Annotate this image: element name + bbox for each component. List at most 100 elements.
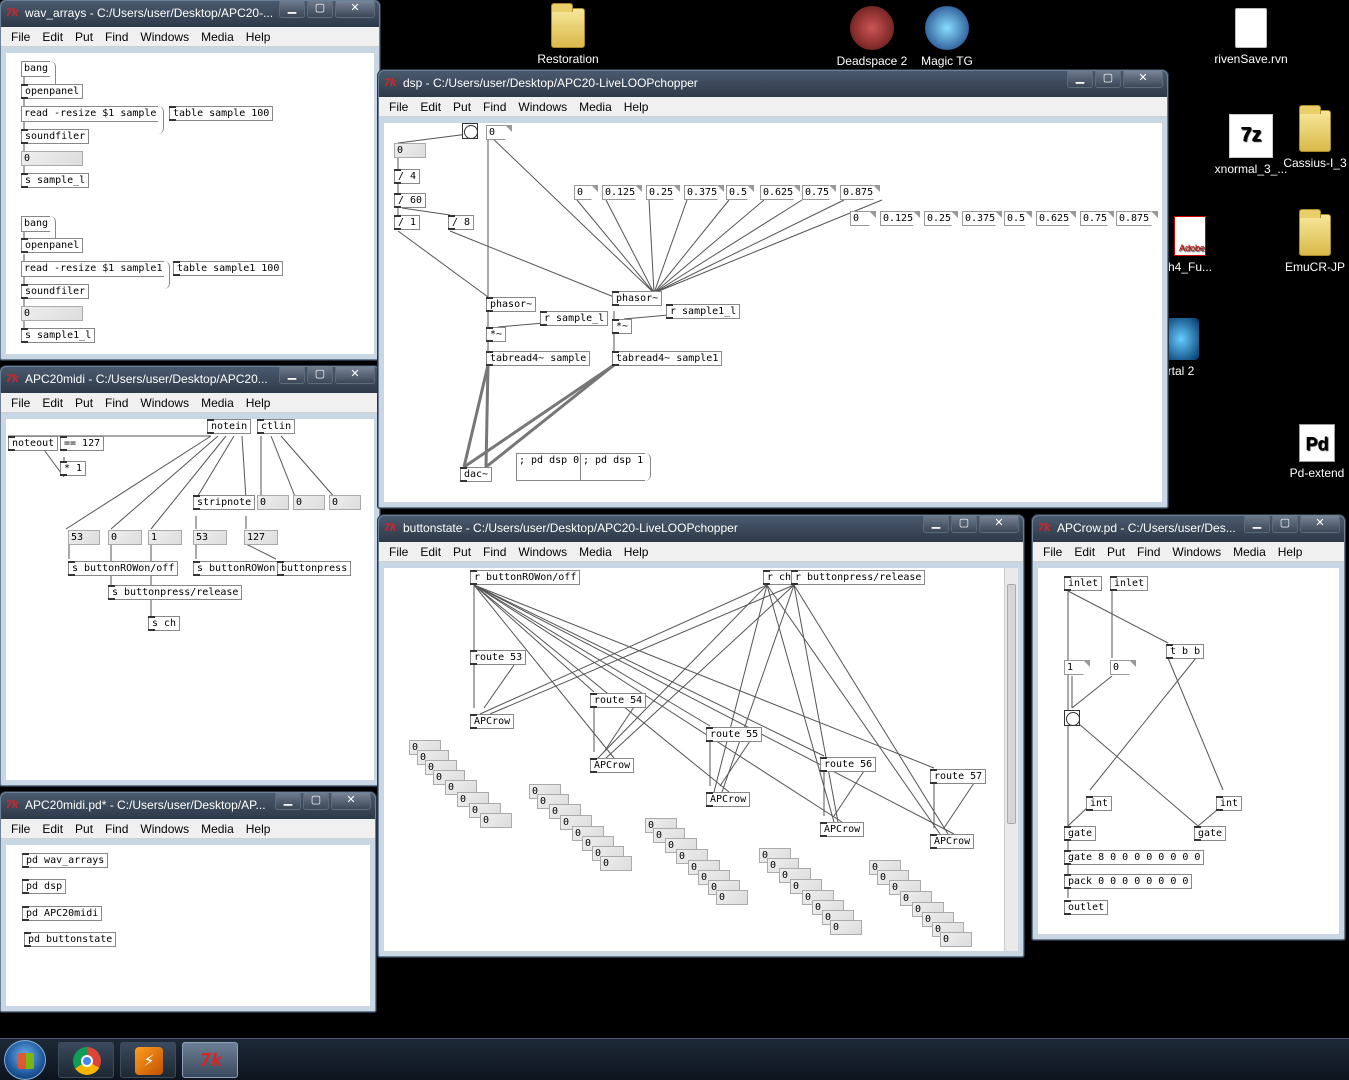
desktop-icon-rivensave[interactable]: rivenSave.rvn xyxy=(1206,8,1296,66)
dac-object[interactable]: dac~ xyxy=(460,467,493,482)
desktop-icon-pdf[interactable]: Adobe h4_Fu... xyxy=(1160,216,1220,274)
read-message[interactable]: read -resize $1 sample xyxy=(21,106,165,134)
number-box[interactable]: 0.5 xyxy=(1004,211,1032,226)
number-box[interactable]: 127 xyxy=(244,530,278,545)
number-box[interactable]: 0.625 xyxy=(1036,211,1076,226)
patch-canvas[interactable]: r buttonROWon/off r ch r buttonpress/rel… xyxy=(384,568,1018,951)
number-box[interactable]: 53 xyxy=(68,530,100,545)
apcrow-object[interactable]: APCrow xyxy=(590,758,635,773)
menu-windows[interactable]: Windows xyxy=(140,30,189,44)
menu-media[interactable]: Media xyxy=(1233,545,1266,559)
number-box[interactable]: 0.75 xyxy=(1080,211,1114,226)
window-apc20midi[interactable]: 7k APC20midi - C:/Users/user/Desktop/APC2… xyxy=(0,366,380,786)
openpanel-object[interactable]: openpanel xyxy=(21,84,84,99)
patch-canvas[interactable]: 0 0 / 4 / 60 / 1 / 8 phasor~ phasor~ r s… xyxy=(384,123,1162,502)
patch-canvas[interactable]: noteout == 127 * 1 notein ctlin stripnot… xyxy=(6,419,374,780)
menu-find[interactable]: Find xyxy=(1137,545,1160,559)
number-box[interactable]: 0 xyxy=(600,856,632,871)
inlet-object[interactable]: inlet xyxy=(1064,576,1103,591)
menu-find[interactable]: Find xyxy=(105,396,128,410)
menu-windows[interactable]: Windows xyxy=(140,396,189,410)
close-button[interactable]: ✕ xyxy=(979,516,1019,533)
minimize-button[interactable]: ▁ xyxy=(1067,71,1093,88)
menu-edit[interactable]: Edit xyxy=(42,822,63,836)
number-box[interactable]: 0 xyxy=(21,306,83,321)
menu-find[interactable]: Find xyxy=(105,30,128,44)
notein-object[interactable]: notein xyxy=(207,419,252,434)
route-object[interactable]: route 53 xyxy=(470,650,527,665)
subpatch-dsp[interactable]: pd dsp xyxy=(22,879,67,894)
menu-help[interactable]: Help xyxy=(624,545,649,559)
dsp-on-message[interactable]: ; pd dsp 1 xyxy=(580,453,652,481)
number-box[interactable]: 0 xyxy=(21,151,83,166)
subpatch-buttonstate[interactable]: pd buttonstate xyxy=(24,932,117,947)
desktop-icon-magic-tg[interactable]: Magic TG xyxy=(902,6,992,68)
send-object[interactable]: buttonpress xyxy=(277,561,352,576)
apcrow-object[interactable]: APCrow xyxy=(820,822,865,837)
ctlin-object[interactable]: ctlin xyxy=(257,419,296,434)
maximize-button[interactable]: ▢ xyxy=(303,793,329,810)
menu-help[interactable]: Help xyxy=(1278,545,1303,559)
soundfiler-object[interactable]: soundfiler xyxy=(21,284,90,299)
number-box[interactable]: 0.875 xyxy=(840,185,880,200)
window-titlebar[interactable]: 7k APCrow.pd - C:/Users/user/Des... ▁ ▢ ✕ xyxy=(1033,516,1344,542)
number-box[interactable]: 0 xyxy=(394,143,426,158)
send-object[interactable]: s sample_l xyxy=(21,173,90,188)
number-box[interactable]: 1 xyxy=(148,530,182,545)
tabread-object[interactable]: tabread4~ sample1 xyxy=(612,351,723,366)
menu-media[interactable]: Media xyxy=(579,545,612,559)
menu-windows[interactable]: Windows xyxy=(140,822,189,836)
send-object[interactable]: s buttonROWon/off xyxy=(68,561,179,576)
menu-put[interactable]: Put xyxy=(453,545,471,559)
bang-message[interactable]: bang xyxy=(21,61,57,89)
maximize-button[interactable]: ▢ xyxy=(307,1,333,18)
window-titlebar[interactable]: 7k buttonstate - C:/Users/user/Desktop/AP… xyxy=(379,516,1023,542)
noteout-object[interactable]: noteout xyxy=(8,436,59,451)
menu-find[interactable]: Find xyxy=(105,822,128,836)
window-apcrow[interactable]: 7k APCrow.pd - C:/Users/user/Des... ▁ ▢ ✕ F… xyxy=(1032,515,1345,940)
close-button[interactable]: ✕ xyxy=(1300,516,1340,533)
number-box[interactable]: 0 xyxy=(1110,660,1136,675)
number-box[interactable]: 0 xyxy=(850,211,876,226)
phasor-object[interactable]: phasor~ xyxy=(486,297,537,312)
number-box[interactable]: 1 xyxy=(1064,660,1090,675)
number-box[interactable]: 0.375 xyxy=(962,211,1002,226)
signal-multiply[interactable]: *~ xyxy=(486,327,507,342)
vertical-scrollbar[interactable] xyxy=(1004,568,1018,951)
menu-find[interactable]: Find xyxy=(483,545,506,559)
send-object[interactable]: s buttonpress/release xyxy=(108,585,243,600)
number-box[interactable]: 0 xyxy=(716,890,748,905)
menu-put[interactable]: Put xyxy=(75,396,93,410)
number-box[interactable]: 0.125 xyxy=(602,185,642,200)
receive-object[interactable]: r sample_l xyxy=(540,311,609,326)
phasor-object[interactable]: phasor~ xyxy=(612,291,663,306)
number-box[interactable]: 0 xyxy=(480,813,512,828)
window-dsp[interactable]: 7k dsp - C:/Users/user/Desktop/APC20-Live… xyxy=(378,70,1168,508)
menu-help[interactable]: Help xyxy=(246,30,271,44)
divide-object[interactable]: / 60 xyxy=(394,193,427,208)
route-object[interactable]: route 54 xyxy=(590,693,647,708)
window-wav-arrays[interactable]: 7k wav_arrays - C:/Users/user/Desktop/APC… xyxy=(0,0,380,360)
tabread-object[interactable]: tabread4~ sample xyxy=(486,351,591,366)
window-buttonstate[interactable]: 7k buttonstate - C:/Users/user/Desktop/AP… xyxy=(378,515,1024,957)
toggle-bang[interactable] xyxy=(462,123,478,139)
menu-find[interactable]: Find xyxy=(483,100,506,114)
pack-object[interactable]: pack 0 0 0 0 0 0 0 0 xyxy=(1064,874,1193,889)
dsp-off-message[interactable]: ; pd dsp 0 xyxy=(516,453,588,481)
receive-object[interactable]: r buttonROWon/off xyxy=(470,570,581,585)
desktop-icon-pd-extended[interactable]: Pd Pd-extend xyxy=(1284,424,1349,480)
toggle-box[interactable] xyxy=(1064,710,1080,726)
openpanel-object[interactable]: openpanel xyxy=(21,238,84,253)
menu-edit[interactable]: Edit xyxy=(42,396,63,410)
route-object[interactable]: route 56 xyxy=(820,757,877,772)
close-button[interactable]: ✕ xyxy=(335,1,375,18)
number-box[interactable]: 0.75 xyxy=(802,185,836,200)
number-box[interactable]: 0 xyxy=(257,495,289,510)
gate-object[interactable]: gate xyxy=(1194,826,1227,841)
taskbar-chrome[interactable] xyxy=(58,1042,114,1078)
menu-file[interactable]: File xyxy=(11,822,30,836)
eq-object[interactable]: == 127 xyxy=(60,436,105,451)
menu-put[interactable]: Put xyxy=(75,822,93,836)
close-button[interactable]: ✕ xyxy=(1123,71,1163,88)
menu-media[interactable]: Media xyxy=(201,396,234,410)
